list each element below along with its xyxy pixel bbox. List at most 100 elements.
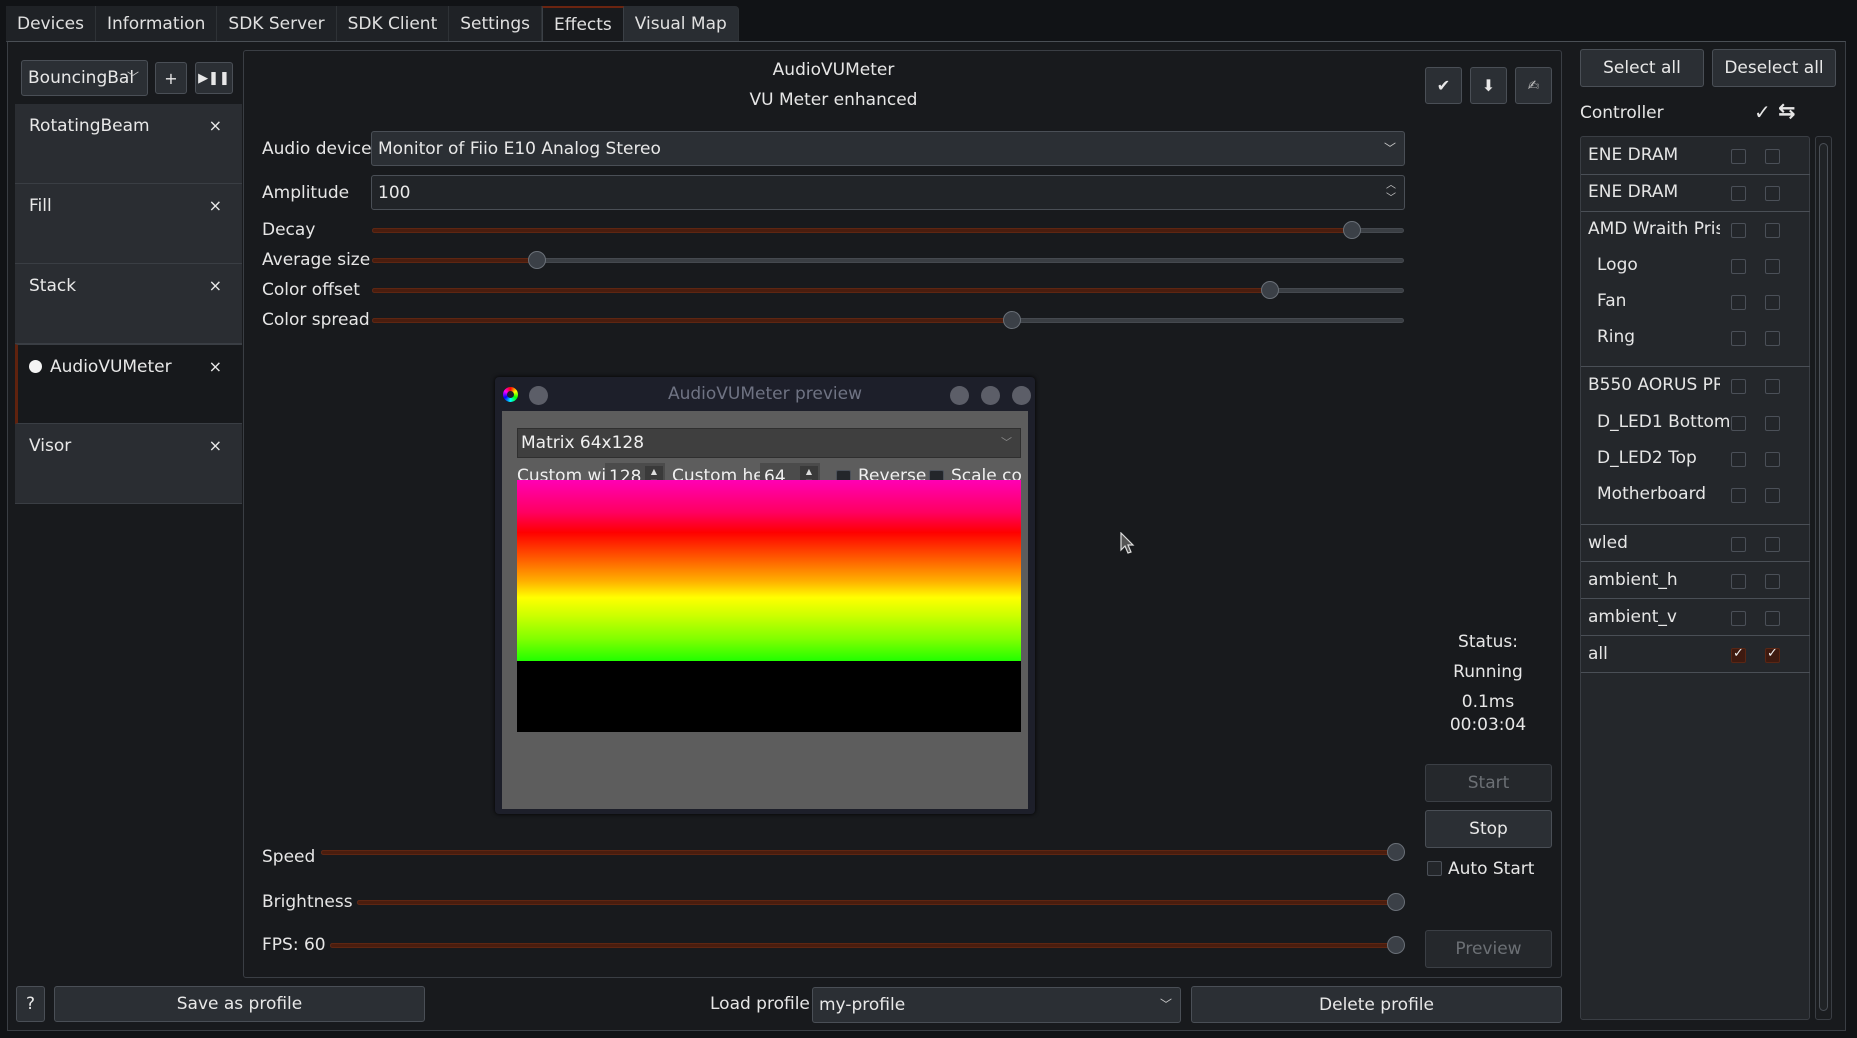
average-size-slider[interactable] — [372, 248, 1404, 272]
slider-handle[interactable] — [528, 251, 547, 269]
slider-handle[interactable] — [1387, 893, 1405, 911]
controller-row[interactable]: Motherboard — [1581, 484, 1810, 510]
controller-enable-checkbox[interactable] — [1731, 416, 1746, 431]
controller-reverse-checkbox[interactable] — [1765, 259, 1780, 274]
controller-row[interactable]: D_LED1 Bottom — [1581, 412, 1810, 438]
audio-device-select[interactable]: Monitor of Fiio E10 Analog Stereo ﹀ — [371, 131, 1405, 166]
preview-button[interactable]: Preview — [1425, 930, 1552, 968]
controller-reverse-checkbox[interactable] — [1765, 488, 1780, 503]
controller-row[interactable]: Logo — [1581, 255, 1810, 281]
close-icon[interactable]: × — [209, 357, 222, 376]
controller-reverse-checkbox[interactable] — [1765, 223, 1780, 238]
slider-handle[interactable] — [1387, 843, 1405, 861]
controller-row[interactable]: B550 AORUS PR( — [1581, 375, 1810, 401]
controller-enable-checkbox[interactable] — [1731, 537, 1746, 552]
color-spread-slider[interactable] — [372, 308, 1404, 332]
close-icon[interactable]: × — [209, 196, 222, 215]
amplitude-spinbox[interactable]: 100 ︿ ﹀ — [371, 175, 1405, 210]
swap-icon[interactable]: ⇆ — [1778, 99, 1796, 123]
controller-enable-checkbox[interactable] — [1731, 186, 1746, 201]
maximize-button[interactable] — [981, 386, 1000, 405]
controller-row[interactable]: all — [1581, 644, 1810, 670]
tab-sdk-client[interactable]: SDK Client — [336, 6, 450, 42]
controller-row[interactable]: ambient_v — [1581, 607, 1810, 633]
controller-reverse-checkbox[interactable] — [1765, 452, 1780, 467]
controller-reverse-checkbox[interactable] — [1765, 295, 1780, 310]
add-effect-button[interactable]: + — [155, 62, 187, 94]
controller-list-scrollbar[interactable] — [1815, 136, 1832, 1020]
slider-handle[interactable] — [1387, 936, 1405, 954]
check-all-icon[interactable]: ✓ — [1754, 100, 1771, 124]
controller-enable-checkbox[interactable] — [1731, 223, 1746, 238]
decay-slider[interactable] — [372, 218, 1404, 242]
controller-enable-checkbox[interactable] — [1731, 149, 1746, 164]
controller-enable-checkbox[interactable] — [1731, 295, 1746, 310]
spin-arrows-icon[interactable]: ︿ ﹀ — [1386, 179, 1396, 205]
slider-handle[interactable] — [1260, 281, 1279, 299]
controller-reverse-checkbox[interactable] — [1765, 379, 1780, 394]
controller-enable-checkbox[interactable] — [1731, 574, 1746, 589]
controller-enable-checkbox[interactable] — [1731, 646, 1746, 663]
controller-reverse-checkbox[interactable] — [1765, 537, 1780, 552]
controller-row[interactable]: ENE DRAM — [1581, 145, 1810, 171]
controller-enable-checkbox[interactable] — [1731, 488, 1746, 503]
stop-button[interactable]: Stop — [1425, 810, 1552, 848]
tab-information[interactable]: Information — [96, 6, 218, 42]
tab-sdk-server[interactable]: SDK Server — [217, 6, 337, 42]
auto-start-checkbox[interactable] — [1427, 861, 1442, 876]
tab-devices[interactable]: Devices — [6, 6, 96, 42]
scrollbar-thumb[interactable] — [1819, 143, 1828, 1011]
tab-settings[interactable]: Settings — [449, 6, 542, 42]
close-window-button[interactable] — [1012, 386, 1031, 405]
controller-enable-checkbox[interactable] — [1731, 259, 1746, 274]
effect-type-combo[interactable]: BouncingBal ﹀ — [21, 60, 148, 96]
select-all-button[interactable]: Select all — [1580, 49, 1704, 87]
close-icon[interactable]: × — [209, 276, 222, 295]
controller-reverse-checkbox[interactable] — [1765, 646, 1780, 663]
controller-enable-checkbox[interactable] — [1731, 611, 1746, 626]
start-button[interactable]: Start — [1425, 764, 1552, 802]
controller-row[interactable]: D_LED2 Top — [1581, 448, 1810, 474]
effect-item-rotatingbeam[interactable]: RotatingBeam × — [15, 104, 242, 184]
slider-handle[interactable] — [1002, 311, 1021, 329]
controller-row[interactable]: Fan — [1581, 291, 1810, 317]
effect-item-fill[interactable]: Fill × — [15, 184, 242, 264]
controller-enable-checkbox[interactable] — [1731, 452, 1746, 467]
controller-row[interactable]: Ring — [1581, 327, 1810, 353]
help-button[interactable]: ? — [16, 986, 45, 1022]
controller-reverse-checkbox[interactable] — [1765, 186, 1780, 201]
delete-profile-button[interactable]: Delete profile — [1191, 986, 1562, 1023]
close-icon[interactable]: × — [209, 116, 222, 135]
controller-reverse-checkbox[interactable] — [1765, 331, 1780, 346]
controller-row[interactable]: AMD Wraith Pris — [1581, 219, 1810, 245]
controller-reverse-checkbox[interactable] — [1765, 574, 1780, 589]
deselect-all-button[interactable]: Deselect all — [1712, 49, 1836, 87]
apply-button[interactable]: ✔ — [1425, 67, 1462, 104]
window-menu-button[interactable] — [529, 386, 548, 405]
controller-reverse-checkbox[interactable] — [1765, 149, 1780, 164]
play-pause-all-button[interactable]: ▶❚❚ — [195, 62, 233, 94]
effect-item-visor[interactable]: Visor × — [15, 424, 242, 504]
edit-effect-button[interactable]: ✍ — [1515, 67, 1552, 104]
tab-effects[interactable]: Effects — [541, 6, 624, 42]
load-profile-select[interactable]: my-profile ﹀ — [812, 987, 1181, 1023]
tab-visual-map[interactable]: Visual Map — [623, 6, 739, 42]
close-icon[interactable]: × — [209, 436, 222, 455]
save-effect-button[interactable]: ⬇ — [1470, 67, 1507, 104]
controller-enable-checkbox[interactable] — [1731, 379, 1746, 394]
matrix-size-select[interactable]: Matrix 64x128 ﹀ — [517, 428, 1021, 458]
effect-item-stack[interactable]: Stack × — [15, 264, 242, 344]
save-as-profile-button[interactable]: Save as profile — [54, 986, 425, 1022]
fps-slider[interactable] — [330, 933, 1405, 957]
controller-row[interactable]: ambient_h — [1581, 570, 1810, 596]
controller-row[interactable]: ENE DRAM — [1581, 182, 1810, 208]
slider-handle[interactable] — [1343, 221, 1362, 239]
controller-reverse-checkbox[interactable] — [1765, 416, 1780, 431]
controller-reverse-checkbox[interactable] — [1765, 611, 1780, 626]
color-offset-slider[interactable] — [372, 278, 1404, 302]
brightness-slider[interactable] — [357, 890, 1405, 914]
controller-row[interactable]: wled — [1581, 533, 1810, 559]
speed-slider[interactable] — [321, 840, 1405, 864]
minimize-button[interactable] — [950, 386, 969, 405]
effect-item-audiovumeter[interactable]: AudioVUMeter × — [15, 344, 242, 424]
